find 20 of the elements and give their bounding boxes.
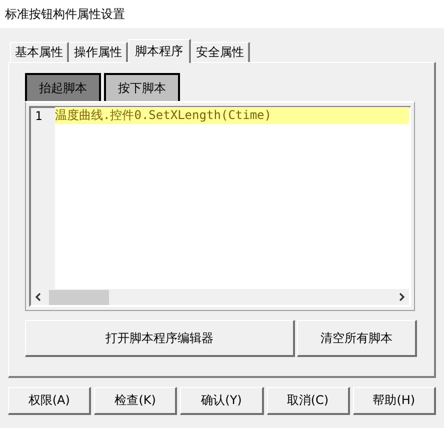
panel-button[interactable]: 清空所有脚本	[297, 320, 417, 357]
dialog-button[interactable]: 权限(A)	[8, 387, 92, 415]
horizontal-scrollbar[interactable]	[31, 289, 409, 305]
dialog-button[interactable]: 确认(Y)	[180, 387, 264, 415]
script-tab[interactable]: 按下脚本	[104, 73, 180, 101]
dialog-button[interactable]: 取消(C)	[266, 387, 350, 415]
script-tab[interactable]: 抬起脚本	[25, 73, 101, 101]
script-editor[interactable]: 1 温度曲线.控件0.SetXLength(Ctime)	[25, 101, 415, 311]
tab[interactable]: 基本属性	[10, 42, 69, 62]
scroll-left-icon[interactable]	[35, 293, 41, 301]
tab[interactable]: 安全属性	[191, 42, 250, 62]
dialog-button[interactable]: 检查(K)	[94, 387, 178, 415]
tab[interactable]: 脚本程序	[128, 39, 191, 63]
tab[interactable]: 操作属性	[69, 42, 128, 62]
scrollbar-thumb[interactable]	[49, 290, 109, 304]
window-title: 标准按钮构件属性设置	[5, 6, 125, 22]
line-number: 1	[34, 108, 44, 122]
scroll-right-icon[interactable]	[399, 293, 405, 301]
panel-button[interactable]: 打开脚本程序编辑器	[25, 320, 295, 357]
dialog-button[interactable]: 帮助(H)	[352, 387, 436, 415]
